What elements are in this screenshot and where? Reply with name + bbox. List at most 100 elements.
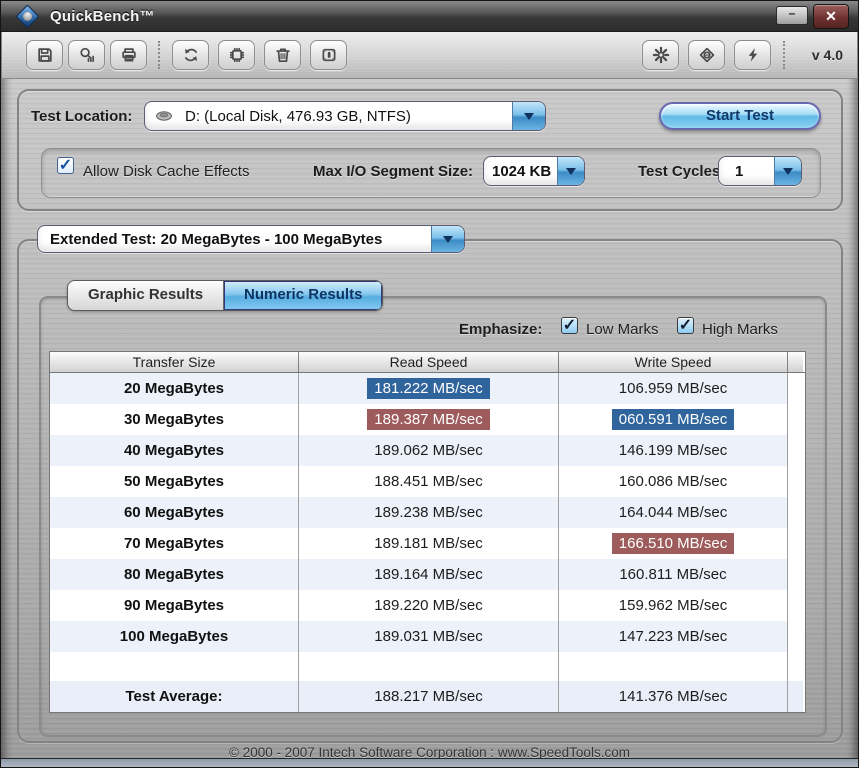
low-marks-checkbox[interactable]: ✓ [561,317,578,334]
test-cycles-label: Test Cycles: [638,163,725,180]
window-bottom-edge [1,758,858,767]
table-row: 70 MegaBytes189.181 MB/sec166.510 MB/sec [50,528,805,559]
refresh-button[interactable] [172,40,209,70]
read-speed-cell: 189.181 MB/sec [299,528,559,559]
write-speed-cell: 106.959 MB/sec [559,373,788,404]
column-header-read-speed: Read Speed [299,352,559,372]
table-row: 100 MegaBytes189.031 MB/sec147.223 MB/se… [50,621,805,652]
transfer-size-cell: 80 MegaBytes [50,559,299,590]
write-speed-cell: 166.510 MB/sec [559,528,788,559]
average-label-cell: Test Average: [50,681,299,712]
save-button[interactable] [26,40,63,70]
read-speed-cell: 188.451 MB/sec [299,466,559,497]
minimize-button[interactable]: – [776,6,808,25]
table-row: 20 MegaBytes181.222 MB/sec106.959 MB/sec [50,373,805,404]
allow-cache-checkbox[interactable]: ✓ [57,157,74,174]
table-header-row: Transfer Size Read Speed Write Speed [50,352,805,373]
read-speed-cell: 189.164 MB/sec [299,559,559,590]
scrollbar-gutter-cell [788,528,803,559]
column-header-gutter [788,352,803,372]
column-header-write-speed: Write Speed [559,352,788,372]
titlebar: QuickBench™ – ✕ [1,1,858,32]
print-button[interactable] [110,40,147,70]
window-title: QuickBench™ [50,8,155,25]
memory-chip-icon [228,46,246,64]
table-row: 80 MegaBytes189.164 MB/sec160.811 MB/sec [50,559,805,590]
results-table: Transfer Size Read Speed Write Speed 20 … [49,351,806,713]
test-location-label: Test Location: [31,108,132,125]
transfer-size-cell: 60 MegaBytes [50,497,299,528]
segment-size-label: Max I/O Segment Size: [313,163,473,180]
toolbar-separator [783,41,785,69]
tab-graphic-results[interactable]: Graphic Results [68,281,223,310]
transfer-size-cell: 20 MegaBytes [50,373,299,404]
read-speed-cell: 189.387 MB/sec [299,404,559,435]
high-marks-label: High Marks [702,321,778,338]
benchmark-tools-button[interactable] [734,40,771,70]
segment-size-value: 1024 KB [484,163,557,180]
read-speed-cell: 189.031 MB/sec [299,621,559,652]
table-row-average: Test Average: 188.217 MB/sec 141.376 MB/… [50,681,805,712]
write-speed-cell: 160.086 MB/sec [559,466,788,497]
test-cycles-dropdown[interactable]: 1 [718,156,802,186]
write-speed-cell: 164.044 MB/sec [559,497,788,528]
high-marks-checkbox[interactable]: ✓ [677,317,694,334]
average-write-cell: 141.376 MB/sec [559,681,788,712]
version-label: v 4.0 [812,47,843,63]
column-header-transfer-size: Transfer Size [50,352,299,372]
transfer-size-cell: 50 MegaBytes [50,466,299,497]
test-location-value: D: (Local Disk, 476.93 GB, NTFS) [173,108,512,125]
transfer-size-cell: 100 MegaBytes [50,621,299,652]
scrollbar-gutter-cell [788,559,803,590]
chevron-down-icon [443,236,453,243]
read-speed-cell: 189.062 MB/sec [299,435,559,466]
scrollbar-gutter-cell [788,435,803,466]
scrollbar-gutter-cell [788,681,803,712]
dropdown-arrow-button[interactable] [774,157,801,185]
dropdown-arrow-button[interactable] [557,157,584,185]
test-location-dropdown[interactable]: D: (Local Disk, 476.93 GB, NTFS) [144,101,546,131]
read-speed-cell: 189.238 MB/sec [299,497,559,528]
read-speed-cell: 181.222 MB/sec [299,373,559,404]
emphasize-label: Emphasize: [459,321,542,338]
power-switch-button[interactable] [310,40,347,70]
quickbench-window: QuickBench™ – ✕ [0,0,859,768]
average-read-cell: 188.217 MB/sec [299,681,559,712]
memory-test-button[interactable] [218,40,255,70]
view-results-button[interactable] [68,40,105,70]
extended-test-value: Extended Test: 20 MegaBytes - 100 MegaBy… [38,231,431,248]
start-test-button[interactable]: Start Test [659,102,821,130]
segment-size-dropdown[interactable]: 1024 KB [483,156,585,186]
write-speed-cell: 160.811 MB/sec [559,559,788,590]
scrollbar-gutter-cell [788,466,803,497]
scrollbar-gutter-cell [788,497,803,528]
table-row: 60 MegaBytes189.238 MB/sec164.044 MB/sec [50,497,805,528]
toolbar-separator [158,41,160,69]
high-mark-highlight: 189.387 MB/sec [367,409,489,430]
write-speed-cell: 147.223 MB/sec [559,621,788,652]
scrollbar-gutter-cell [788,373,803,404]
chevron-down-icon [783,168,793,175]
close-button[interactable]: ✕ [813,4,849,29]
dropdown-arrow-button[interactable] [512,102,545,130]
table-body: 20 MegaBytes181.222 MB/sec106.959 MB/sec… [50,373,805,652]
write-speed-cell: 146.199 MB/sec [559,435,788,466]
dropdown-arrow-button[interactable] [431,226,464,252]
delete-results-button[interactable] [264,40,301,70]
tab-numeric-results[interactable]: Numeric Results [223,281,382,310]
high-mark-highlight: 166.510 MB/sec [612,533,734,554]
table-row: 90 MegaBytes189.220 MB/sec159.962 MB/sec [50,590,805,621]
transfer-size-cell: 90 MegaBytes [50,590,299,621]
settings-button[interactable] [642,40,679,70]
table-row-empty [50,652,805,681]
transfer-size-cell: 30 MegaBytes [50,404,299,435]
refresh-icon [182,46,200,64]
app-logo-icon [15,4,39,28]
read-speed-cell: 189.220 MB/sec [299,590,559,621]
table-row: 30 MegaBytes189.387 MB/sec060.591 MB/sec [50,404,805,435]
chevron-down-icon [524,113,534,120]
trash-icon [274,46,292,64]
about-button[interactable] [688,40,725,70]
extended-test-dropdown[interactable]: Extended Test: 20 MegaBytes - 100 MegaBy… [37,225,465,253]
gear-icon [652,46,670,64]
